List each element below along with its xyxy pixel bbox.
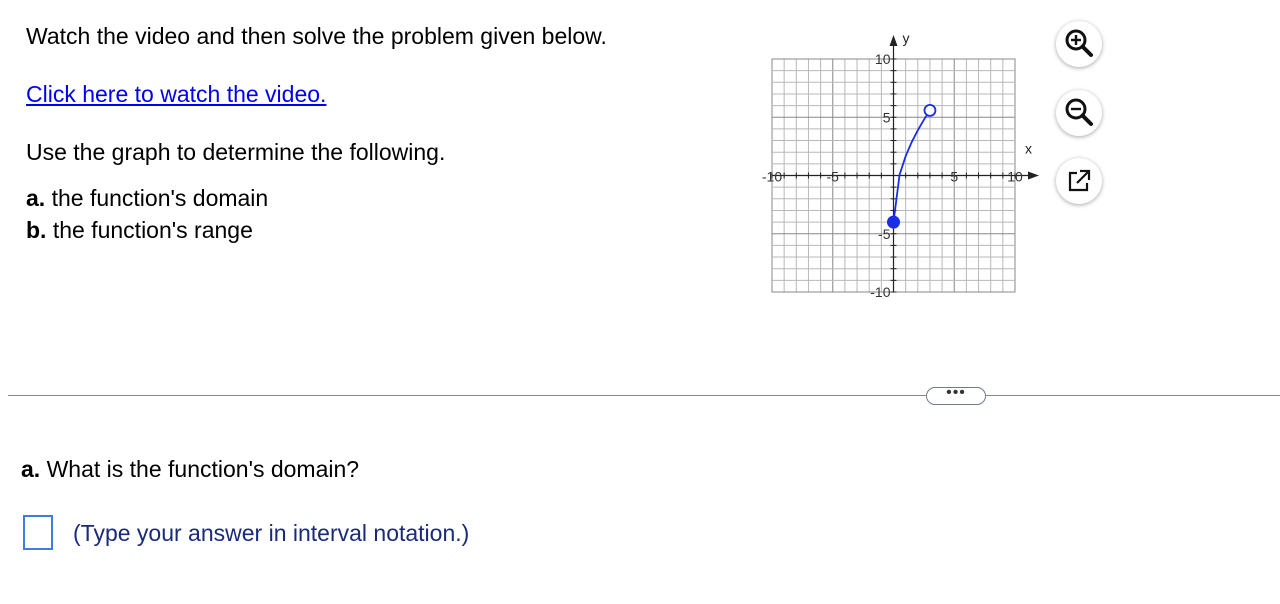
- open-endpoint: [923, 103, 937, 117]
- zoom-in-button[interactable]: [1056, 21, 1102, 67]
- question-label: a. What is the function's domain?: [21, 455, 359, 483]
- question-letter: a.: [21, 456, 41, 482]
- more-options-button[interactable]: •••: [926, 385, 986, 405]
- domain-answer-input[interactable]: [23, 515, 53, 550]
- x-tick-label: -5: [827, 169, 840, 185]
- question-text: What is the function's domain?: [40, 456, 360, 482]
- x-tick-label: 10: [1007, 169, 1023, 185]
- part-a-text: the function's domain: [45, 185, 269, 211]
- x-axis-arrow: [1028, 171, 1039, 180]
- part-a-label: a. the function's domain: [26, 184, 268, 212]
- part-b-letter: b.: [26, 217, 47, 243]
- zoom-in-icon: [1065, 29, 1093, 57]
- y-tick-label: 10: [875, 51, 891, 67]
- answer-hint: (Type your answer in interval notation.): [73, 520, 470, 546]
- popout-icon: [1068, 169, 1091, 192]
- y-axis-label: y: [903, 30, 910, 46]
- instruction-text: Watch the video and then solve the probl…: [26, 23, 607, 49]
- part-b-label: b. the function's range: [26, 216, 253, 244]
- part-a-letter: a.: [26, 185, 46, 211]
- closed-endpoint: [887, 215, 900, 229]
- function-graph: x y -10 -5 5 10 10 5 -5 -10: [762, 30, 1039, 300]
- y-axis-arrow: [889, 35, 898, 46]
- x-tick-label: 5: [950, 169, 958, 185]
- popout-button[interactable]: [1056, 158, 1102, 204]
- x-tick-label: -10: [762, 169, 782, 185]
- video-link[interactable]: Click here to watch the video.: [26, 80, 326, 108]
- zoom-out-button[interactable]: [1056, 90, 1102, 136]
- prompt-text: Use the graph to determine the following…: [26, 139, 446, 165]
- section-divider: [8, 395, 1280, 396]
- y-tick-label: 5: [883, 109, 891, 125]
- x-axis-label: x: [1025, 141, 1032, 157]
- zoom-out-icon: [1065, 98, 1093, 126]
- part-b-text: the function's range: [46, 217, 253, 243]
- y-tick-label: -5: [878, 226, 891, 242]
- y-tick-label: -10: [870, 284, 890, 300]
